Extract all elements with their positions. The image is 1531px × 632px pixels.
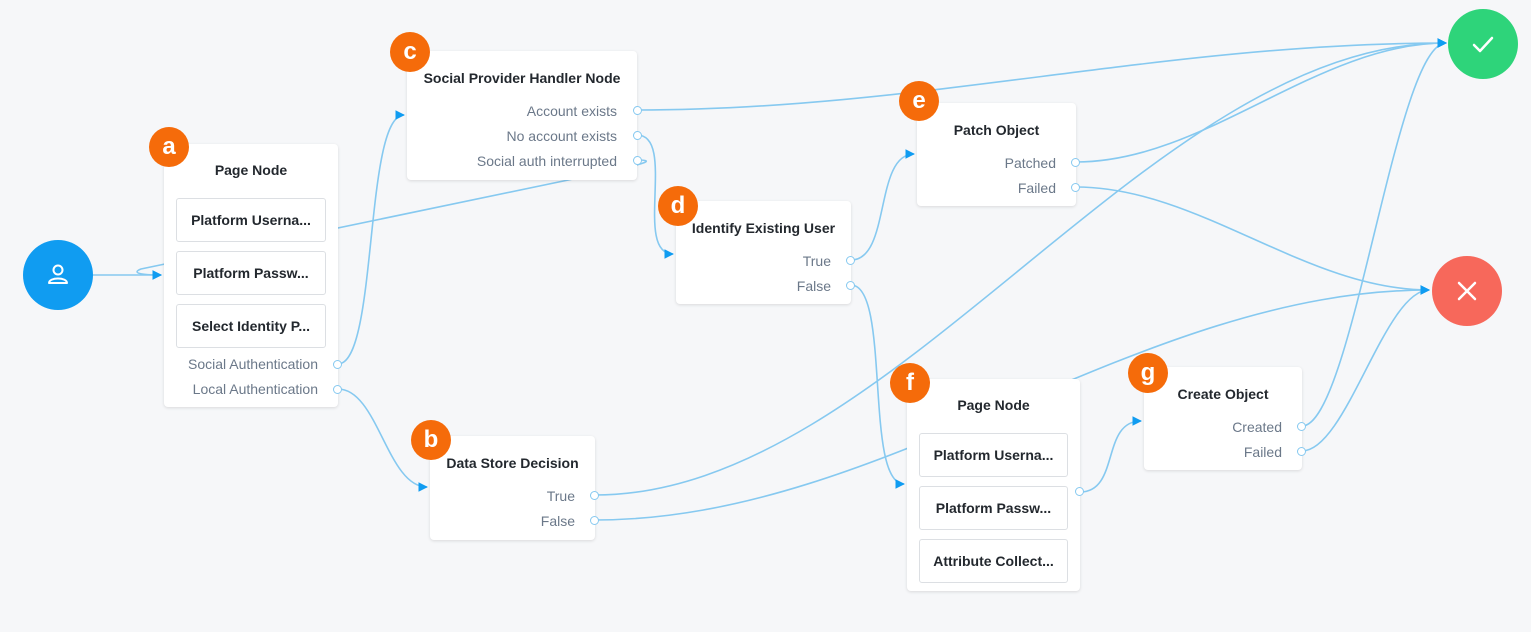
- node-title: Create Object: [1177, 386, 1269, 402]
- outcome-port[interactable]: [633, 131, 642, 140]
- outcome-local-authentication: Local Authentication: [192, 381, 318, 397]
- outcome-true: True: [546, 488, 575, 504]
- node-badge-a: a: [149, 127, 189, 167]
- node-badge-d: d: [658, 186, 698, 226]
- outcome-port[interactable]: [333, 360, 342, 369]
- node-title: Identify Existing User: [691, 220, 836, 236]
- child-node-platform-password[interactable]: Platform Passw...: [176, 251, 326, 295]
- success-node[interactable]: [1448, 9, 1518, 79]
- connection-edge-d-true[interactable]: [850, 149, 915, 261]
- connection-edge-e-patched[interactable]: [1075, 38, 1447, 163]
- outcome-false: False: [540, 513, 575, 529]
- node-title: Page Node: [957, 397, 1030, 413]
- create-object-node[interactable]: Create Object Created Failed: [1144, 367, 1306, 470]
- node-title: Patch Object: [953, 122, 1040, 138]
- failure-node[interactable]: [1432, 256, 1502, 326]
- outcome-failed: Failed: [1017, 180, 1056, 196]
- connection-edge-g-created[interactable]: [1301, 38, 1447, 427]
- outcome-created: Created: [1232, 419, 1282, 435]
- outcome-social-auth-interrupted: Social auth interrupted: [476, 153, 617, 169]
- start-node[interactable]: [23, 240, 93, 310]
- identify-existing-user-node[interactable]: Identify Existing User True False: [676, 201, 855, 304]
- outcome-port[interactable]: [1071, 158, 1080, 167]
- outcome-patched: Patched: [1004, 155, 1056, 171]
- outcome-true: True: [802, 253, 831, 269]
- social-provider-handler-node[interactable]: Social Provider Handler Node Account exi…: [407, 51, 642, 180]
- outcome-port[interactable]: [846, 256, 855, 265]
- connection-edge-a-social-authentication[interactable]: [337, 110, 405, 365]
- node-badge-f: f: [890, 363, 930, 403]
- outcome-port[interactable]: [1075, 487, 1084, 496]
- child-node-platform-username[interactable]: Platform Userna...: [919, 433, 1068, 477]
- tree-canvas[interactable]: Page Node Platform Userna... Platform Pa…: [0, 0, 1531, 632]
- outcome-false: False: [796, 278, 831, 294]
- node-title: Social Provider Handler Node: [423, 70, 621, 86]
- child-node-select-identity-provider[interactable]: Select Identity P...: [176, 304, 326, 348]
- connection-edge-g-failed[interactable]: [1301, 285, 1430, 452]
- outcome-port[interactable]: [1071, 183, 1080, 192]
- user-icon: [48, 264, 68, 284]
- node-badge-b: b: [411, 420, 451, 460]
- check-icon: [1472, 36, 1494, 53]
- data-store-decision-node[interactable]: Data Store Decision True False: [430, 436, 599, 540]
- page-node-a[interactable]: Page Node Platform Userna... Platform Pa…: [164, 144, 342, 407]
- patch-object-node[interactable]: Patch Object Patched Failed: [917, 103, 1080, 206]
- connection-edge-e-failed[interactable]: [1075, 186, 1430, 295]
- child-node-platform-username[interactable]: Platform Userna...: [176, 198, 326, 242]
- outcome-port[interactable]: [633, 156, 642, 165]
- outcome-port[interactable]: [590, 516, 599, 525]
- node-badge-c: c: [390, 32, 430, 72]
- outcome-port[interactable]: [1297, 447, 1306, 456]
- outcome-port[interactable]: [846, 281, 855, 290]
- outcome-port[interactable]: [633, 106, 642, 115]
- connection-edge-f-out[interactable]: [1079, 416, 1142, 493]
- outcome-account-exists: Account exists: [526, 103, 617, 119]
- outcome-social-authentication: Social Authentication: [188, 356, 318, 372]
- close-icon: [1457, 281, 1477, 301]
- connection-edge-c-account-exists[interactable]: [636, 38, 1447, 111]
- outcome-no-account-exists: No account exists: [506, 128, 618, 144]
- node-title: Page Node: [214, 162, 288, 178]
- outcome-port[interactable]: [333, 385, 342, 394]
- node-title: Data Store Decision: [446, 455, 579, 471]
- page-node-f[interactable]: Page Node Platform Userna... Platform Pa…: [907, 379, 1084, 591]
- child-node-platform-password[interactable]: Platform Passw...: [919, 486, 1068, 530]
- node-badge-g: g: [1128, 353, 1168, 393]
- node-badge-e: e: [899, 81, 939, 121]
- outcome-port[interactable]: [1297, 422, 1306, 431]
- outcome-port[interactable]: [590, 491, 599, 500]
- outcome-failed: Failed: [1243, 444, 1282, 460]
- child-node-attribute-collector[interactable]: Attribute Collect...: [919, 539, 1068, 583]
